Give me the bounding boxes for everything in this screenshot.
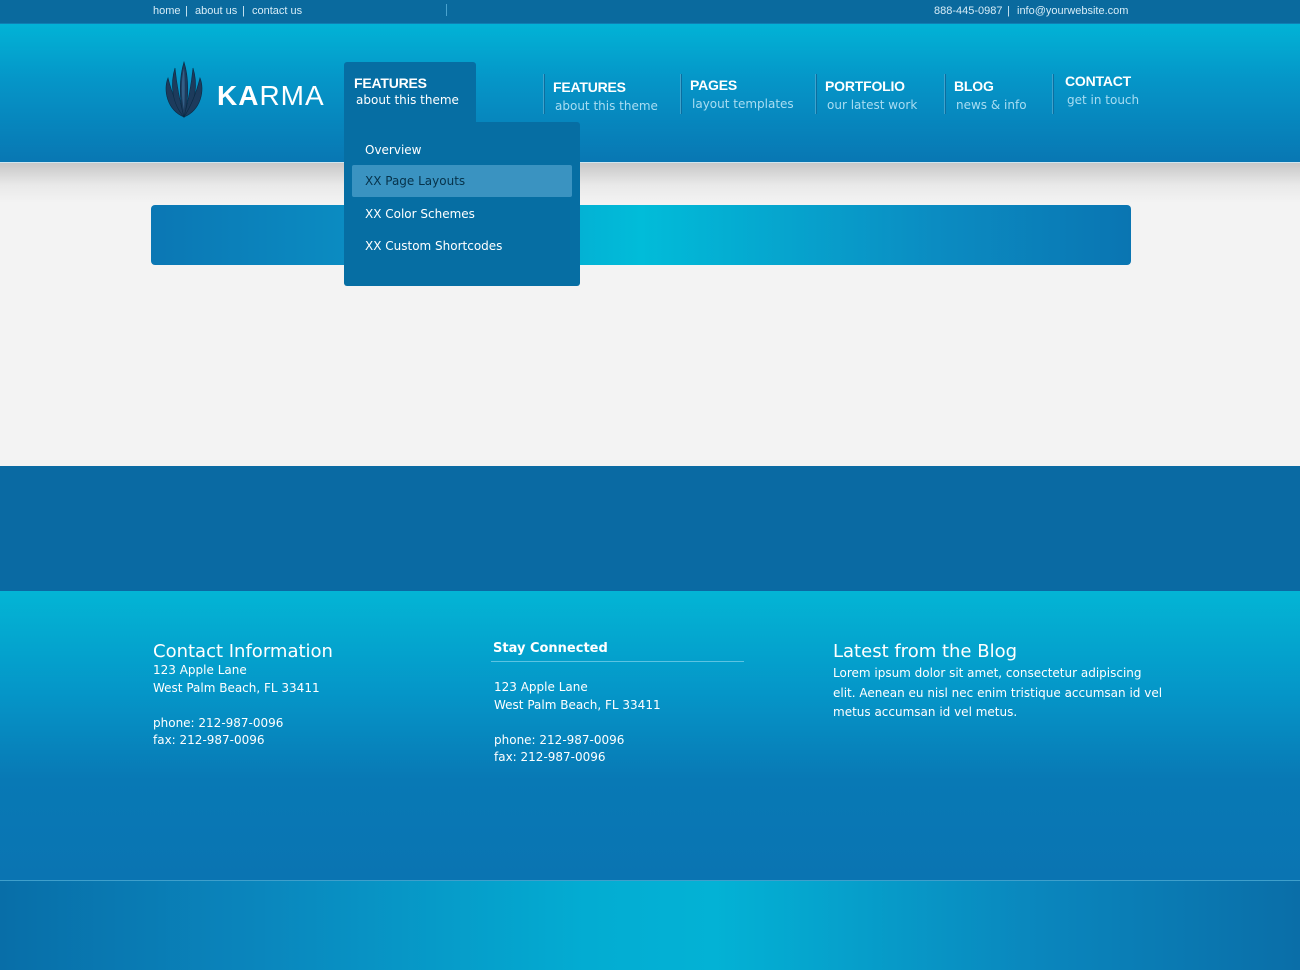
nav-subtitle: about this theme [555,99,658,113]
nav-item-features[interactable]: FEATURES about this theme [553,79,658,113]
footer-contact-phone: phone: 212-987-0096 [153,716,284,730]
footer-stay-connected-heading: Stay Connected [493,641,608,656]
top-link-about-us[interactable]: about us [195,5,237,17]
nav-divider [543,74,545,114]
footer-stay-address1: 123 Apple Lane [494,680,588,694]
nav-divider [680,74,682,114]
footer-stay-phone: phone: 212-987-0096 [494,733,625,747]
nav-subtitle: get in touch [1067,93,1140,107]
footer-stay-address2: West Palm Beach, FL 33411 [494,698,661,712]
content-band [0,466,1300,591]
top-contact-separator: | [1007,5,1010,17]
top-phone: 888-445-0987 [934,5,1003,17]
footer-heading-rule [491,661,744,662]
nav-title: BLOG [954,78,994,94]
top-email-link[interactable]: info@yourwebsite.com [1017,5,1128,17]
nav-item-pages[interactable]: PAGES layout templates [690,77,794,111]
nav-title: FEATURES [354,75,427,91]
dropdown-item-page-layouts[interactable]: XX Page Layouts [352,165,572,197]
site-logo[interactable]: KARMA [162,60,332,122]
footer-blog-excerpt-line: elit. Aenean eu nisl nec enim tristique … [833,686,1163,700]
nav-subtitle: news & info [956,98,1027,112]
dropdown-item-overview[interactable]: Overview [352,134,572,166]
nav-title: PAGES [690,77,737,93]
footer-contact-heading: Contact Information [153,641,333,662]
footer-contact-address1: 123 Apple Lane [153,663,247,677]
top-link-separator: | [242,5,245,17]
footer-blog-excerpt-line: metus accumsan id vel metus. [833,705,1018,719]
bottom-bar [0,881,1300,970]
nav-item-blog[interactable]: BLOG news & info [954,78,1027,112]
top-bar-divider [446,4,447,16]
nav-subtitle: our latest work [827,98,918,112]
top-link-separator: | [185,5,188,17]
footer-contact-address2: West Palm Beach, FL 33411 [153,681,320,695]
nav-divider [815,74,817,114]
dropdown-item-color-schemes[interactable]: XX Color Schemes [352,198,572,230]
nav-title: FEATURES [553,79,626,95]
nav-item-features-active[interactable]: FEATURES about this theme [344,62,476,122]
features-dropdown-menu: Overview XX Page Layouts XX Color Scheme… [344,122,580,286]
footer-blog-heading: Latest from the Blog [833,641,1018,662]
footer-blog-excerpt-line: Lorem ipsum dolor sit amet, consectetur … [833,666,1142,680]
page-banner [151,205,1131,265]
nav-divider [1052,74,1054,114]
logo-wordmark: KARMA [217,80,325,111]
dropdown-item-custom-shortcodes[interactable]: XX Custom Shortcodes [352,230,572,262]
top-link-home[interactable]: home [153,5,181,17]
header-shadow [0,163,1300,203]
nav-title: CONTACT [1065,73,1131,89]
footer-contact-fax: fax: 212-987-0096 [153,733,265,747]
nav-item-contact[interactable]: CONTACT get in touch [1065,73,1139,107]
nav-divider [944,74,946,114]
nav-item-portfolio[interactable]: PORTFOLIO our latest work [825,78,917,112]
nav-title: PORTFOLIO [825,78,905,94]
footer-stay-fax: fax: 212-987-0096 [494,750,606,764]
karma-leaf-icon [165,60,203,119]
nav-subtitle: layout templates [692,97,794,111]
top-utility-bar: home | about us | contact us 888-445-098… [0,0,1300,24]
top-link-contact-us[interactable]: contact us [252,5,302,17]
nav-subtitle: about this theme [356,93,459,107]
